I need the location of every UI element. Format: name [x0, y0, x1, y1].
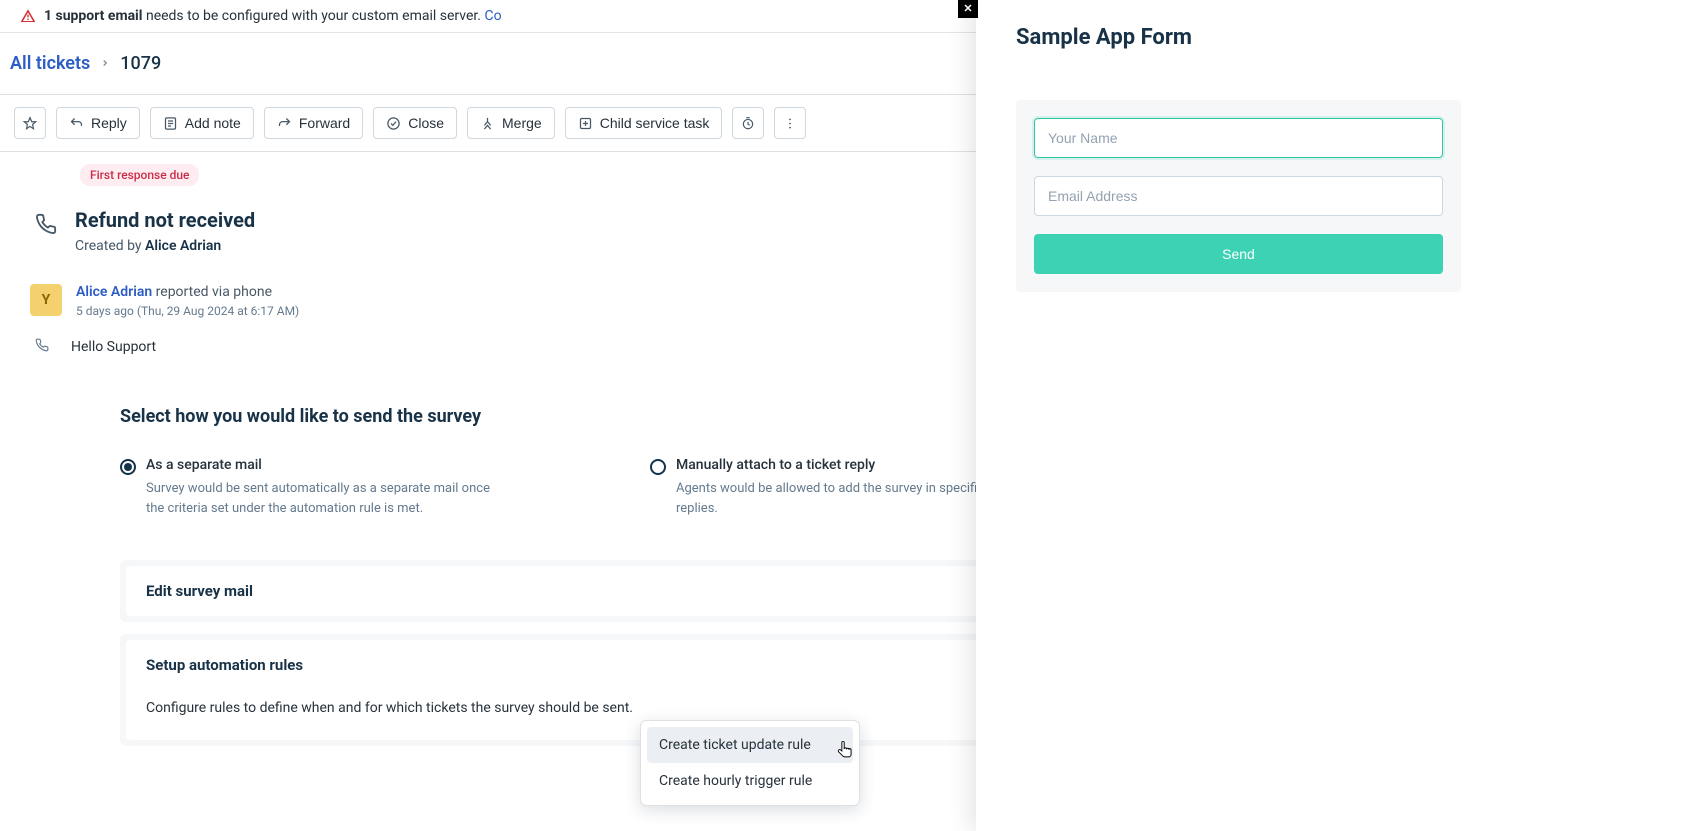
time-tracking-button[interactable]	[732, 107, 764, 139]
reporter-via: reported via phone	[152, 284, 272, 300]
automation-dropdown-menu: Create ticket update rule Create hourly …	[640, 720, 860, 806]
ticket-created-by: Created by Alice Adrian	[75, 238, 255, 254]
phone-small-icon	[35, 338, 49, 356]
forward-icon	[277, 116, 292, 131]
reporter-time: 5 days ago (Thu, 29 Aug 2024 at 6:17 AM)	[76, 304, 299, 318]
reply-button[interactable]: Reply	[56, 107, 140, 139]
merge-icon	[480, 116, 495, 131]
send-button[interactable]: Send	[1034, 234, 1443, 274]
alert-bold: 1 support email	[44, 8, 142, 24]
menu-item-hourly-rule[interactable]: Create hourly trigger rule	[647, 763, 853, 799]
slideover-panel: Sample App Form Send	[976, 0, 1681, 831]
radio-icon	[650, 459, 666, 475]
plus-square-icon	[578, 116, 593, 131]
breadcrumb-current: 1079	[120, 53, 161, 74]
add-note-button[interactable]: Add note	[150, 107, 254, 139]
star-icon	[23, 116, 37, 131]
reply-label: Reply	[91, 115, 127, 131]
reporter-name[interactable]: Alice Adrian	[76, 284, 152, 300]
chevron-right-icon	[100, 56, 110, 72]
radio-desc: Survey would be sent automatically as a …	[146, 479, 500, 518]
more-button[interactable]	[774, 107, 806, 139]
child-service-task-button[interactable]: Child service task	[565, 107, 723, 139]
avatar: Y	[30, 284, 62, 316]
status-badge: First response due	[80, 164, 199, 186]
radio-icon	[120, 459, 136, 475]
alert-text: 1 support email needs to be configured w…	[44, 8, 502, 24]
add-note-label: Add note	[185, 115, 241, 131]
note-icon	[163, 116, 178, 131]
timer-icon	[741, 116, 755, 131]
overlay-title: Sample App Form	[1016, 25, 1641, 50]
child-task-label: Child service task	[600, 115, 710, 131]
ticket-creator: Alice Adrian	[145, 238, 221, 254]
radio-label: As a separate mail	[146, 457, 500, 473]
merge-label: Merge	[502, 115, 542, 131]
phone-channel-icon	[35, 208, 57, 239]
config-rules-text: Configure rules to define when and for w…	[146, 700, 633, 716]
reply-icon	[69, 116, 84, 131]
close-button[interactable]: Close	[373, 107, 457, 139]
forward-label: Forward	[299, 115, 350, 131]
alert-link[interactable]: Co	[484, 8, 501, 24]
ticket-title: Refund not received	[75, 208, 255, 232]
radio-separate-mail[interactable]: As a separate mail Survey would be sent …	[120, 457, 500, 518]
ticket-body-greeting: Hello Support	[71, 339, 156, 355]
warning-icon	[20, 8, 36, 24]
form-card: Send	[1016, 100, 1461, 292]
menu-item-update-rule[interactable]: Create ticket update rule	[647, 727, 853, 763]
forward-button[interactable]: Forward	[264, 107, 363, 139]
close-icon[interactable]	[958, 0, 978, 18]
radio-manual-attach[interactable]: Manually attach to a ticket reply Agents…	[650, 457, 1030, 518]
check-circle-icon	[386, 116, 401, 131]
email-input[interactable]	[1034, 176, 1443, 216]
kebab-icon	[783, 116, 797, 131]
name-input[interactable]	[1034, 118, 1443, 158]
breadcrumb-all-tickets[interactable]: All tickets	[10, 53, 90, 74]
close-label: Close	[408, 115, 444, 131]
star-button[interactable]	[14, 107, 46, 139]
merge-button[interactable]: Merge	[467, 107, 555, 139]
